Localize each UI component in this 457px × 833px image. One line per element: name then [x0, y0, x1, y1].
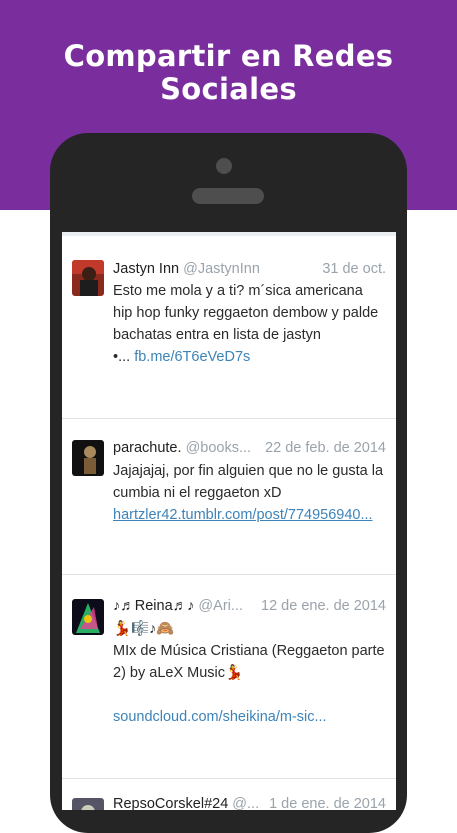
tweet-author-name[interactable]: parachute. — [113, 440, 182, 456]
tweet-item[interactable]: Jastyn Inn @JastynInn 31 de oct. Esto me… — [62, 236, 396, 419]
tweet-author-handle[interactable]: @... — [232, 796, 259, 810]
banner-title: Compartir en Redes Sociales — [0, 40, 457, 106]
tweet-item[interactable]: parachute. @books... 22 de feb. de 2014 … — [62, 418, 396, 575]
tweet-link[interactable]: fb.me/6T6eVeD7s — [134, 349, 250, 365]
front-camera — [216, 158, 232, 174]
earpiece-speaker — [192, 188, 264, 204]
tweet-date: 22 de feb. de 2014 — [259, 438, 386, 458]
tweet-header: ♪♬Reina♬♪ @Ari... 12 de ene. de 2014 — [113, 596, 386, 616]
tweet-text-line: bachatas entra en lista de jastyn — [113, 327, 321, 343]
tweet-date: 1 de ene. de 2014 — [263, 794, 386, 810]
tweet-text: Jajajajaj, por fin alguien que no le gus… — [113, 460, 388, 526]
tweet-text-line: Jajajajaj, por fin alguien que no le gus… — [113, 463, 384, 479]
avatar[interactable] — [72, 440, 104, 476]
avatar[interactable] — [72, 260, 104, 296]
tweet-date: 31 de oct. — [316, 259, 386, 279]
tweet-text-line: MIx de Música Cristiana (Reggaeton parte — [113, 643, 385, 659]
tweet-text-line: hip hop funky reggaeton dembow y palde — [113, 305, 379, 321]
tweet-list[interactable]: Jastyn Inn @JastynInn 31 de oct. Esto me… — [62, 232, 396, 810]
tweet-author-name[interactable]: RepsoCorskel#24 — [113, 796, 228, 810]
tweet-link[interactable]: soundcloud.com/sheikina/m-sic... — [113, 706, 388, 728]
tweet-author-name[interactable]: Jastyn Inn — [113, 261, 179, 277]
tweet-header: parachute. @books... 22 de feb. de 2014 — [113, 438, 386, 458]
avatar[interactable] — [72, 599, 104, 635]
tweet-link[interactable]: hartzler42.tumblr.com/post/774956940... — [113, 504, 388, 526]
tweet-text-line: cumbia ni el reggaeton xD — [113, 485, 282, 501]
ellipsis-text: •... — [113, 349, 131, 365]
banner-title-line1: Compartir en Redes — [63, 39, 394, 73]
tweet-emoji-line: 💃🎼♪🙈 — [113, 621, 175, 637]
tweet-item[interactable]: ♪♬Reina♬♪ @Ari... 12 de ene. de 2014 💃🎼♪… — [62, 574, 396, 779]
tweet-author-handle[interactable]: @Ari... — [198, 598, 243, 614]
tweet-header: Jastyn Inn @JastynInn 31 de oct. — [113, 259, 386, 279]
tweet-header: RepsoCorskel#24 @... 1 de ene. de 2014 — [113, 794, 386, 810]
tweet-text: 💃🎼♪🙈 MIx de Música Cristiana (Reggaeton … — [113, 618, 388, 728]
tweet-author-handle[interactable]: @JastynInn — [183, 261, 260, 277]
tweet-date: 12 de ene. de 2014 — [255, 596, 386, 616]
tweet-text-line: 2) by aLeX Music💃 — [113, 665, 244, 681]
tweet-item[interactable]: RepsoCorskel#24 @... 1 de ene. de 2014 — [62, 778, 396, 810]
tweet-text-line: Esto me mola y a ti? m´sica americana — [113, 283, 363, 299]
tweet-author-handle[interactable]: @books... — [186, 440, 252, 456]
banner-title-line2: Sociales — [160, 72, 297, 106]
avatar[interactable] — [72, 798, 104, 810]
tweet-author-name[interactable]: ♪♬Reina♬♪ — [113, 598, 194, 614]
tweet-text: Esto me mola y a ti? m´sica americana hi… — [113, 280, 388, 368]
tweet-link-row: •... fb.me/6T6eVeD7s — [113, 346, 388, 368]
